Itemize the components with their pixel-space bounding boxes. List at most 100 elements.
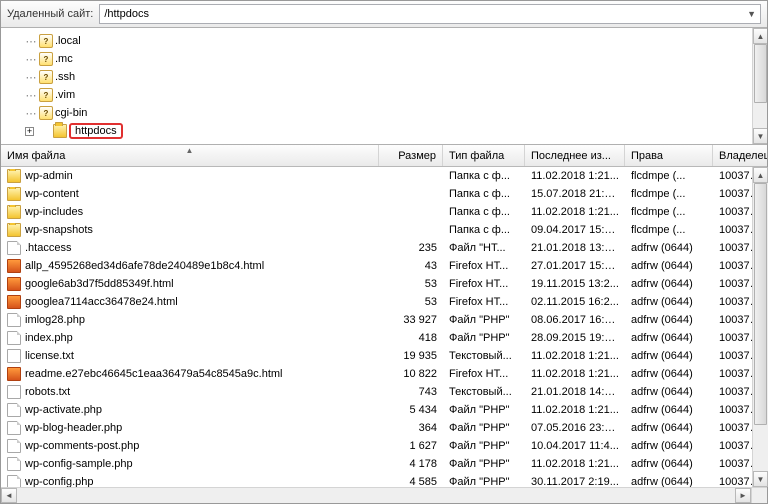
site-label: Удаленный сайт:	[7, 8, 93, 20]
tree-item[interactable]: ⋯? .mc	[9, 50, 750, 68]
file-perm: adfrw (0644)	[625, 386, 713, 398]
scroll-thumb[interactable]	[754, 44, 767, 103]
col-size[interactable]: Размер	[379, 145, 443, 166]
file-row[interactable]: wp-activate.php5 434Файл "PHP"11.02.2018…	[1, 401, 767, 419]
file-name: wp-content	[25, 188, 79, 200]
scroll-right-icon[interactable]: ►	[735, 488, 751, 503]
file-type: Файл "PHP"	[443, 422, 525, 434]
unknown-icon: ?	[39, 70, 53, 84]
file-size: 10 822	[379, 368, 443, 380]
list-scrollbar[interactable]: ▲ ▼	[752, 167, 768, 487]
col-owner[interactable]: Владелец/Г	[713, 145, 767, 166]
file-name: googlea7114acc36478e24.html	[25, 296, 178, 308]
file-perm: adfrw (0644)	[625, 242, 713, 254]
tree-item[interactable]: ⋯? .vim	[9, 86, 750, 104]
file-perm: adfrw (0644)	[625, 350, 713, 362]
scroll-up-icon[interactable]: ▲	[753, 28, 767, 44]
file-perm: adfrw (0644)	[625, 458, 713, 470]
chevron-down-icon: ▼	[747, 9, 756, 19]
file-row[interactable]: robots.txt743Текстовый...21.01.2018 14:2…	[1, 383, 767, 401]
col-perm[interactable]: Права	[625, 145, 713, 166]
file-size: 418	[379, 332, 443, 344]
sort-asc-icon: ▲	[186, 146, 194, 155]
file-perm: adfrw (0644)	[625, 404, 713, 416]
file-row[interactable]: imlog28.php33 927Файл "PHP"08.06.2017 16…	[1, 311, 767, 329]
file-name: readme.e27ebc46645c1eaa36479a54c8545a9c.…	[25, 368, 283, 380]
tree-item[interactable]: ⋯? .ssh	[9, 68, 750, 86]
expand-icon[interactable]: +	[25, 127, 34, 136]
file-type: Файл "PHP"	[443, 332, 525, 344]
file-date: 02.11.2015 16:2...	[525, 296, 625, 308]
file-name: wp-includes	[25, 206, 83, 218]
remote-panel: Удаленный сайт: /httpdocs ▼ ⋯? .local⋯? …	[1, 1, 767, 503]
file-row[interactable]: wp-snapshotsПапка с ф...09.04.2017 15:0.…	[1, 221, 767, 239]
file-type: Папка с ф...	[443, 224, 525, 236]
file-icon	[7, 313, 21, 327]
tree-item[interactable]: ⋯? .local	[9, 32, 750, 50]
scroll-left-icon[interactable]: ◄	[1, 488, 17, 503]
file-type: Текстовый...	[443, 350, 525, 362]
file-perm: flcdmpe (...	[625, 206, 713, 218]
scroll-down-icon[interactable]: ▼	[753, 128, 767, 144]
col-date[interactable]: Последнее из...	[525, 145, 625, 166]
file-size: 53	[379, 278, 443, 290]
file-row[interactable]: wp-blog-header.php364Файл "PHP"07.05.201…	[1, 419, 767, 437]
tree-scrollbar[interactable]: ▲ ▼	[752, 28, 767, 144]
file-icon	[7, 457, 21, 471]
file-date: 11.02.2018 1:21...	[525, 206, 625, 218]
file-date: 11.02.2018 1:21...	[525, 458, 625, 470]
file-perm: flcdmpe (...	[625, 170, 713, 182]
file-row[interactable]: .htaccess235Файл "HT...21.01.2018 13:0..…	[1, 239, 767, 257]
file-row[interactable]: googlea7114acc36478e24.html53Firefox HT.…	[1, 293, 767, 311]
file-size: 743	[379, 386, 443, 398]
file-perm: adfrw (0644)	[625, 332, 713, 344]
file-row[interactable]: wp-config-sample.php4 178Файл "PHP"11.02…	[1, 455, 767, 473]
scroll-thumb[interactable]	[754, 183, 767, 425]
file-name: google6ab3d7f5dd85349f.html	[25, 278, 174, 290]
file-size: 33 927	[379, 314, 443, 326]
file-name: index.php	[25, 332, 73, 344]
file-row[interactable]: readme.e27ebc46645c1eaa36479a54c8545a9c.…	[1, 365, 767, 383]
file-size: 4 585	[379, 476, 443, 487]
file-type: Файл "PHP"	[443, 458, 525, 470]
file-icon	[7, 331, 21, 345]
file-icon	[7, 439, 21, 453]
file-row[interactable]: wp-includesПапка с ф...11.02.2018 1:21..…	[1, 203, 767, 221]
path-dropdown[interactable]: /httpdocs ▼	[99, 4, 761, 24]
file-row[interactable]: license.txt19 935Текстовый...11.02.2018 …	[1, 347, 767, 365]
folder-icon	[7, 205, 21, 219]
tree-item[interactable]: ⋯? cgi-bin	[9, 104, 750, 122]
scroll-down-icon[interactable]: ▼	[753, 471, 768, 487]
folder-icon	[7, 223, 21, 237]
file-name: allp_4595268ed34d6afe78de240489e1b8c4.ht…	[25, 260, 264, 272]
file-row[interactable]: allp_4595268ed34d6afe78de240489e1b8c4.ht…	[1, 257, 767, 275]
col-name[interactable]: ▲Имя файла	[1, 145, 379, 166]
file-row[interactable]: wp-adminПапка с ф...11.02.2018 1:21...fl…	[1, 167, 767, 185]
file-perm: flcdmpe (...	[625, 188, 713, 200]
file-row[interactable]: wp-contentПапка с ф...15.07.2018 21:4...…	[1, 185, 767, 203]
unknown-icon: ?	[39, 106, 53, 120]
file-perm: adfrw (0644)	[625, 278, 713, 290]
unknown-icon: ?	[39, 88, 53, 102]
file-row[interactable]: google6ab3d7f5dd85349f.html 53Firefox HT.…	[1, 275, 767, 293]
folder-tree[interactable]: ⋯? .local⋯? .mc⋯? .ssh⋯? .vim⋯? cgi-bin+…	[1, 28, 767, 145]
col-type[interactable]: Тип файла	[443, 145, 525, 166]
file-perm: adfrw (0644)	[625, 314, 713, 326]
file-perm: adfrw (0644)	[625, 368, 713, 380]
file-size: 43	[379, 260, 443, 272]
file-perm: adfrw (0644)	[625, 422, 713, 434]
file-row[interactable]: wp-config.php4 585Файл "PHP"30.11.2017 2…	[1, 473, 767, 487]
file-row[interactable]: index.php418Файл "PHP"28.09.2015 19:1...…	[1, 329, 767, 347]
file-type: Firefox HT...	[443, 278, 525, 290]
unknown-icon: ?	[39, 34, 53, 48]
file-type: Файл "PHP"	[443, 404, 525, 416]
scroll-up-icon[interactable]: ▲	[753, 167, 768, 183]
tree-connector: ⋯	[25, 71, 37, 84]
tree-item[interactable]: + httpdocs	[9, 122, 750, 140]
file-row[interactable]: wp-comments-post.php1 627Файл "PHP"10.04…	[1, 437, 767, 455]
file-list[interactable]: wp-adminПапка с ф...11.02.2018 1:21...fl…	[1, 167, 767, 487]
text-file-icon	[7, 385, 21, 399]
file-type: Папка с ф...	[443, 188, 525, 200]
h-scrollbar[interactable]: ◄ ►	[1, 487, 767, 503]
file-perm: adfrw (0644)	[625, 440, 713, 452]
